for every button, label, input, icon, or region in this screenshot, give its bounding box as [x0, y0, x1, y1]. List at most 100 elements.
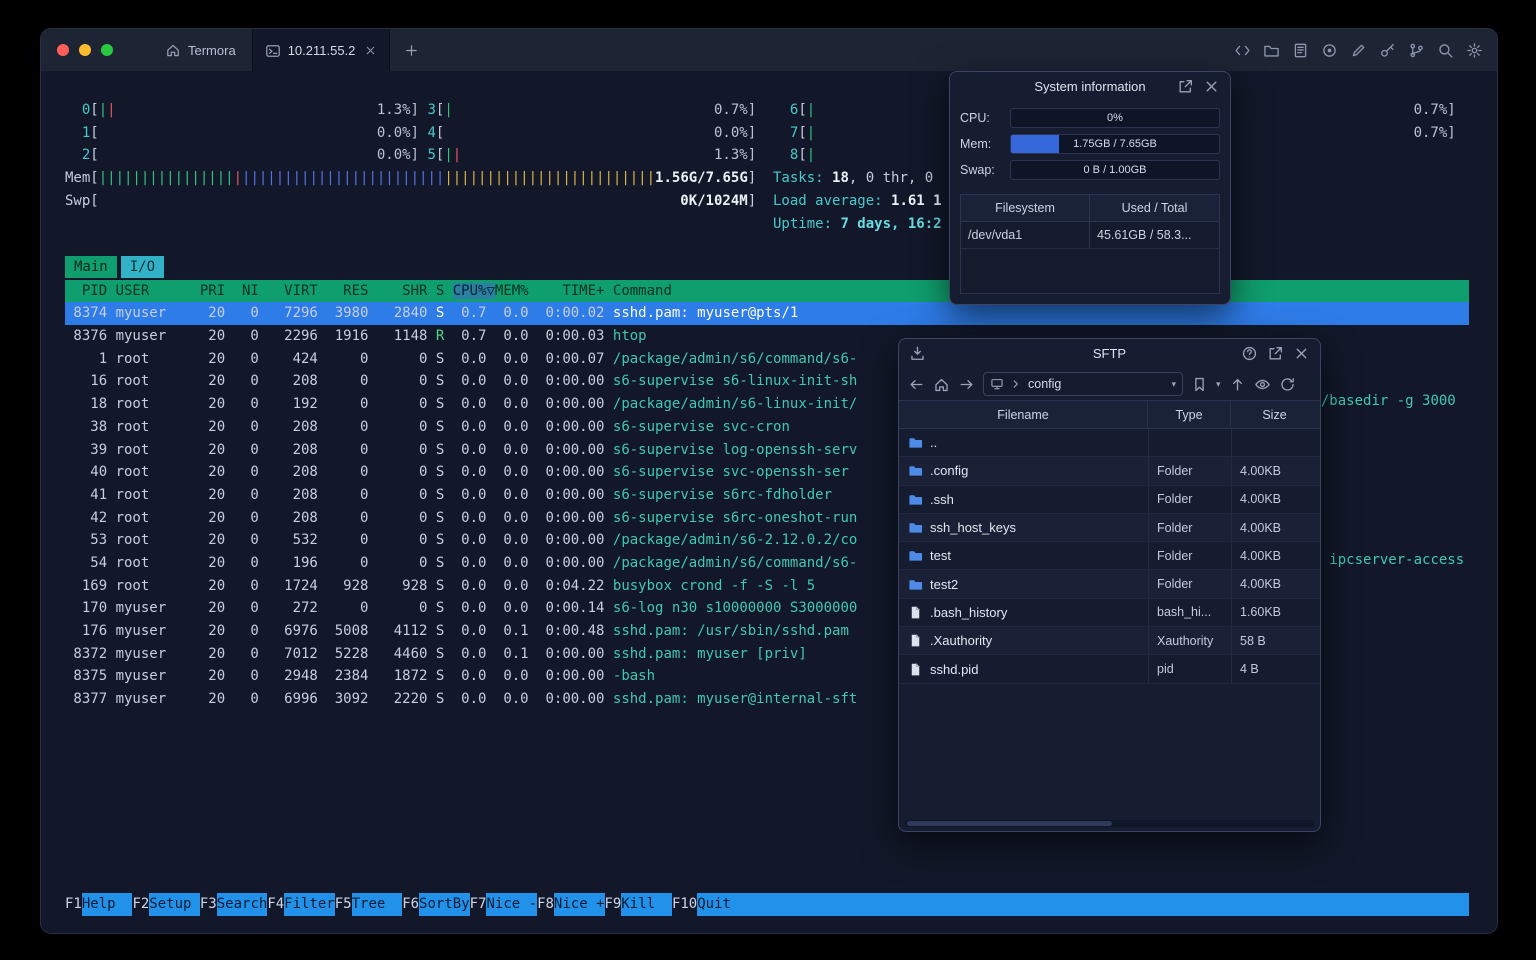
new-tab-button[interactable] [390, 29, 433, 71]
home-directory-icon[interactable] [933, 376, 950, 393]
show-hidden-files-icon[interactable] [1254, 376, 1271, 393]
refresh-icon[interactable] [1279, 376, 1296, 393]
file-name-cell: .Xauthority [899, 627, 1148, 654]
filesystem-cell: 45.61GB / 58.3... [1097, 228, 1192, 242]
download-icon[interactable] [909, 345, 926, 362]
file-row-sshd.pid[interactable]: sshd.pid pid 4 B [899, 655, 1320, 684]
filesystem-table: Filesystem Used / Total /dev/vda1 45.61GB … [960, 194, 1220, 294]
file-icon [908, 662, 923, 677]
htop-tab-main[interactable]: Main [65, 256, 117, 278]
zoom-window-button[interactable] [101, 44, 113, 56]
fkey-button-quit[interactable]: Quit [697, 893, 748, 916]
path-breadcrumb[interactable]: config ▾ [983, 372, 1183, 396]
file-column-header-type[interactable]: Type [1148, 401, 1231, 428]
bookmark-dropdown-icon[interactable]: ▾ [1216, 379, 1221, 390]
process-row-8374[interactable]: 8374 myuser 20 0 7296 3980 2840 S 0.7 0.… [65, 302, 1469, 326]
file-name: sshd.pid [930, 661, 979, 677]
forward-icon[interactable] [958, 376, 975, 393]
app-window: Termora 10.211.55.2 0[| | 1.3%] 3[| 0.7%] 6… [40, 28, 1498, 934]
file-size-cell [1231, 429, 1318, 457]
tab-termora-home[interactable]: Termora [149, 29, 252, 71]
file-type-cell: Folder [1148, 570, 1231, 598]
open-in-new-window-icon[interactable] [1267, 345, 1284, 362]
file-table: .. .config Folder 4.00KB .ssh Folder 4.00KB ssh… [899, 429, 1320, 684]
terminal-icon [265, 43, 281, 59]
file-name-cell: .ssh [899, 486, 1148, 513]
meter-bar: 0% [1010, 107, 1220, 128]
file-row-ssh_host_keys[interactable]: ssh_host_keys Folder 4.00KB [899, 513, 1320, 543]
fkey-button-filter[interactable]: Filter [284, 893, 335, 916]
filesystem-table-header: Filesystem Used / Total [961, 195, 1219, 222]
scrollbar-thumb[interactable] [907, 821, 1112, 826]
meter-value: 0 B / 1.00GB [1083, 163, 1147, 176]
swap-meter: Swp[0K/1024M] [65, 192, 757, 209]
fkey-button-nice[interactable]: Nice + [553, 893, 605, 916]
file-type-cell: Folder [1148, 485, 1231, 513]
path-segment[interactable]: config [1028, 377, 1166, 391]
htop-screen-tabs: Main I/O [65, 256, 165, 278]
minimize-window-button[interactable] [79, 44, 91, 56]
fkey-button-kill[interactable]: Kill [621, 893, 672, 916]
settings-icon[interactable] [1466, 42, 1483, 59]
folder-icon[interactable] [1263, 42, 1280, 59]
close-window-button[interactable] [57, 44, 69, 56]
meter-bar: 1.75GB / 7.65GB [1010, 133, 1220, 154]
filesystem-row[interactable]: /dev/vda1 45.61GB / 58.3... [961, 222, 1219, 249]
key-icon[interactable] [1379, 42, 1396, 59]
open-in-new-window-icon[interactable] [1177, 78, 1194, 95]
close-panel-icon[interactable] [1203, 78, 1220, 95]
file-size-cell: 4.00KB [1231, 570, 1318, 598]
log-icon[interactable] [1292, 42, 1309, 59]
file-name: .config [930, 463, 969, 479]
memory-meter: Mem[|||||||||||||||| | |||||||||||||||||||… [65, 170, 757, 187]
file-name-cell: ssh_host_keys [899, 514, 1148, 541]
sftp-titlebar: SFTP [899, 339, 1320, 368]
fkey-button-help[interactable]: Help [81, 893, 133, 916]
fkey-button-search[interactable]: Search [216, 893, 268, 916]
bookmark-icon[interactable] [1191, 376, 1208, 393]
file-row-test[interactable]: test Folder 4.00KB [899, 542, 1320, 571]
file-row-test2[interactable]: test2 Folder 4.00KB [899, 570, 1320, 599]
command-overflow-fragment: /basedir -g 3000 [1320, 393, 1456, 410]
home-tab-label: Termora [188, 42, 236, 58]
search-icon[interactable] [1437, 42, 1454, 59]
file-row-..[interactable]: .. [899, 429, 1320, 458]
system-meters: CPU: 0% Mem: 1.75GB / 7.65GB Swap: 0 B / 1.00… [950, 107, 1230, 180]
fkey-button-setup[interactable]: Setup [149, 893, 200, 916]
cpu-meter-0: 0[| | 1.3%] [81, 102, 419, 118]
file-row-.ssh[interactable]: .ssh Folder 4.00KB [899, 485, 1320, 514]
process-table-header[interactable]: PID USER PRI NI VIRT RES SHR S CPU%▽MEM%… [65, 279, 1469, 303]
sftp-navigation-bar: config ▾ ▾ [899, 368, 1320, 400]
file-row-.config[interactable]: .config Folder 4.00KB [899, 457, 1320, 486]
up-directory-icon[interactable] [1229, 376, 1246, 393]
sort-column-header[interactable]: CPU%▽ [452, 282, 495, 299]
tab-host-10-211-55-2[interactable]: 10.211.55.2 [251, 29, 391, 72]
fkey-button-sortby[interactable]: SortBy [419, 893, 470, 916]
horizontal-scrollbar[interactable] [905, 820, 1314, 827]
back-icon[interactable] [908, 376, 925, 393]
file-name-cell: .bash_history [899, 599, 1148, 626]
record-icon[interactable] [1321, 42, 1338, 59]
fkey-button-tree[interactable]: Tree [351, 893, 403, 916]
htop-tab-io[interactable]: I/O [120, 256, 165, 278]
code-icon[interactable] [1234, 42, 1251, 59]
edit-icon[interactable] [1350, 42, 1367, 59]
close-panel-icon[interactable] [1293, 345, 1310, 362]
fkey-button-nice[interactable]: Nice - [486, 893, 538, 916]
fkey-f5: F5 [334, 896, 352, 912]
fkey-f9: F9 [604, 896, 622, 912]
window-controls [41, 29, 127, 71]
file-name: test [930, 548, 951, 564]
sftp-panel: SFTP config ▾ ▾ Filename Type Size .. .c… [898, 338, 1321, 832]
file-row-.bash_history[interactable]: .bash_history bash_hi... 1.60KB [899, 598, 1320, 628]
file-column-header-filename[interactable]: Filename [899, 401, 1148, 428]
file-row-.Xauthority[interactable]: .Xauthority Xauthority 58 B [899, 627, 1320, 656]
branch-icon[interactable] [1408, 42, 1425, 59]
help-icon[interactable] [1241, 345, 1258, 362]
file-size-cell: 4.00KB [1231, 542, 1318, 570]
chevron-down-icon[interactable]: ▾ [1171, 379, 1176, 390]
file-type-cell: pid [1148, 655, 1231, 683]
cpu-meter-3: 3[| 0.7%] [427, 102, 757, 118]
close-tab-icon[interactable] [364, 44, 377, 57]
file-column-header-size[interactable]: Size [1231, 401, 1318, 428]
